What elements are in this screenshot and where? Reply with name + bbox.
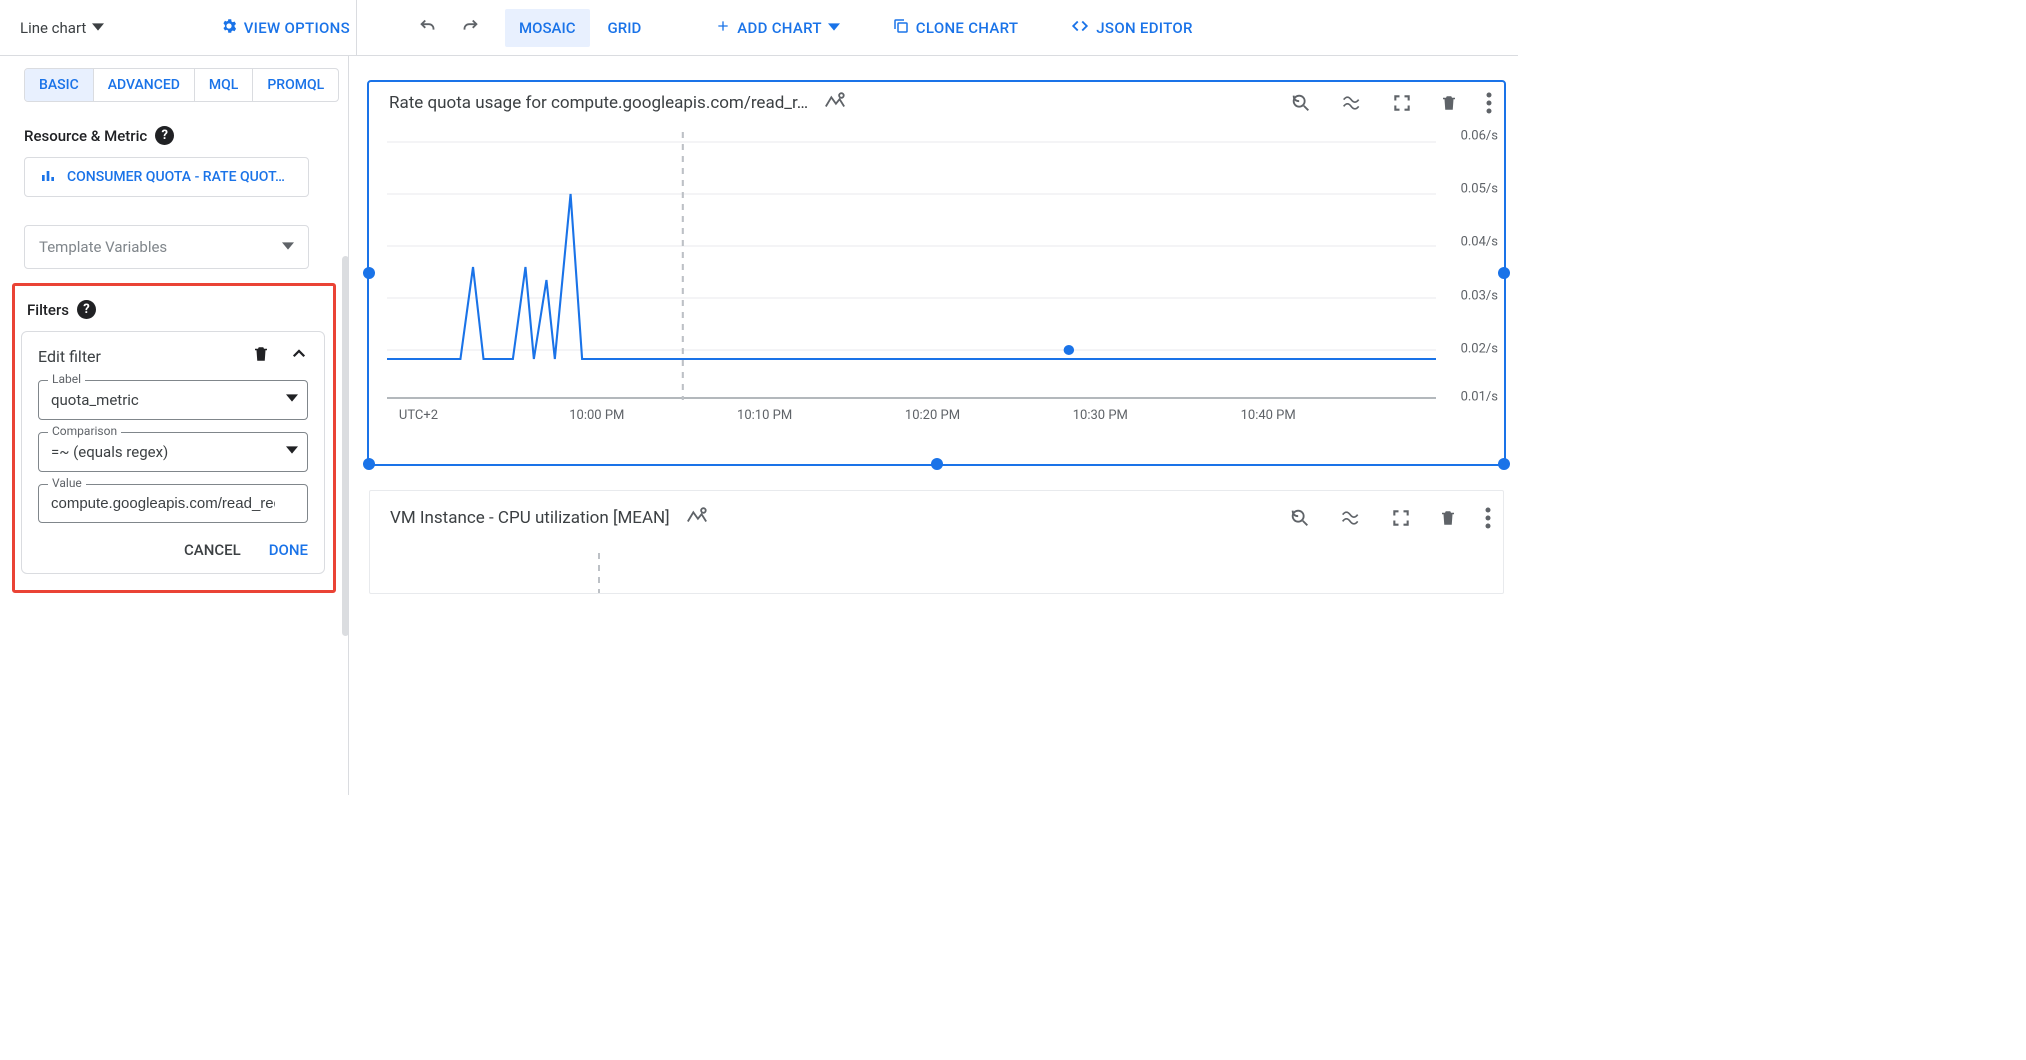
chart-panel-selected[interactable]: Rate quota usage for compute.googleapis.… [369, 82, 1504, 464]
legend-icon[interactable] [1339, 508, 1363, 528]
line-style-icon[interactable] [686, 505, 708, 531]
metric-selector-label: CONSUMER QUOTA - RATE QUOT… [67, 169, 285, 185]
add-chart-label: ADD CHART [737, 19, 822, 37]
view-options-button[interactable]: VIEW OPTIONS [220, 17, 350, 39]
caret-down-icon [282, 238, 294, 256]
view-options-label: VIEW OPTIONS [244, 19, 350, 37]
resize-handle-br[interactable] [1498, 458, 1510, 470]
more-menu-icon[interactable] [1486, 92, 1492, 114]
zoom-reset-icon[interactable] [1290, 92, 1312, 114]
filter-cancel-button[interactable]: CANCEL [184, 541, 241, 559]
help-icon[interactable]: ? [77, 300, 96, 319]
bar-chart-icon [39, 167, 57, 187]
clone-chart-button[interactable]: CLONE CHART [880, 9, 1031, 47]
filter-comparison-legend: Comparison [48, 424, 121, 438]
filter-card-title: Edit filter [38, 347, 101, 366]
config-sidebar: BASIC ADVANCED MQL PROMQL Resource & Met… [0, 56, 349, 795]
clone-icon [892, 17, 910, 39]
resize-handle-left[interactable] [363, 267, 375, 279]
caret-down-icon [828, 19, 840, 37]
filter-label-select[interactable]: quota_metric [38, 380, 308, 420]
undo-button[interactable] [409, 7, 447, 49]
filters-heading: Filters ? [27, 300, 325, 319]
filter-comparison-select[interactable]: =~ (equals regex) [38, 432, 308, 472]
x-axis: UTC+2 10:00 PM 10:10 PM 10:20 PM 10:30 P… [387, 408, 1436, 428]
tab-advanced[interactable]: ADVANCED [94, 69, 195, 101]
json-editor-button[interactable]: JSON EDITOR [1058, 9, 1204, 47]
caret-down-icon [286, 392, 298, 408]
tab-basic[interactable]: BASIC [25, 69, 94, 101]
legend-icon[interactable] [1340, 93, 1364, 113]
chart-plot-area[interactable] [388, 553, 1435, 593]
plus-icon [715, 18, 731, 38]
resize-handle-bottom[interactable] [931, 458, 943, 470]
fullscreen-icon[interactable] [1392, 93, 1412, 113]
query-mode-tabs: BASIC ADVANCED MQL PROMQL [24, 68, 339, 102]
json-editor-label: JSON EDITOR [1096, 19, 1192, 37]
dashboard-canvas: Rate quota usage for compute.googleapis.… [349, 56, 1518, 795]
resize-handle-right[interactable] [1498, 267, 1510, 279]
scrollbar[interactable] [342, 256, 349, 636]
delete-chart-icon[interactable] [1440, 93, 1458, 113]
chart-panel-cpu[interactable]: VM Instance - CPU utilization [MEAN] [369, 490, 1504, 594]
help-icon[interactable]: ? [155, 126, 174, 145]
delete-chart-icon[interactable] [1439, 508, 1457, 528]
chart-plot-area[interactable]: 0.06/s 0.05/s 0.04/s 0.03/s 0.02/s 0.01/… [387, 132, 1436, 400]
line-style-icon[interactable] [824, 90, 846, 116]
filter-card: Edit filter Label q [21, 331, 325, 574]
more-menu-icon[interactable] [1485, 507, 1491, 529]
y-axis: 0.06/s 0.05/s 0.04/s 0.03/s 0.02/s 0.01/… [1442, 126, 1498, 400]
resize-handle-bl[interactable] [363, 458, 375, 470]
template-variables-placeholder: Template Variables [39, 238, 167, 256]
filters-highlight-region: Filters ? Edit filter [12, 283, 336, 593]
template-variables-dropdown[interactable]: Template Variables [24, 225, 309, 269]
code-icon [1070, 17, 1090, 39]
redo-button[interactable] [451, 7, 489, 49]
gear-icon [220, 17, 238, 39]
layout-tab-grid[interactable]: GRID [594, 9, 656, 47]
chart-title: VM Instance - CPU utilization [MEAN] [390, 508, 670, 528]
chart-title: Rate quota usage for compute.googleapis.… [389, 93, 808, 113]
collapse-filter-button[interactable] [290, 345, 308, 367]
chart-type-label: Line chart [20, 19, 86, 37]
time-cursor [598, 553, 600, 593]
zoom-reset-icon[interactable] [1289, 507, 1311, 529]
filter-value-legend: Value [48, 476, 86, 490]
layout-tab-mosaic[interactable]: MOSAIC [505, 9, 590, 47]
tab-mql[interactable]: MQL [195, 69, 253, 101]
delete-filter-button[interactable] [252, 344, 270, 368]
filter-done-button[interactable]: DONE [269, 541, 308, 559]
caret-down-icon [92, 19, 104, 37]
fullscreen-icon[interactable] [1391, 508, 1411, 528]
top-toolbar: Line chart VIEW OPTIONS [0, 0, 1518, 56]
filter-label-legend: Label [48, 372, 85, 386]
clone-chart-label: CLONE CHART [916, 19, 1019, 37]
metric-selector[interactable]: CONSUMER QUOTA - RATE QUOT… [24, 157, 309, 197]
chart-type-dropdown[interactable]: Line chart [20, 19, 104, 37]
resource-metric-heading: Resource & Metric ? [24, 126, 330, 145]
add-chart-button[interactable]: ADD CHART [703, 10, 852, 46]
tab-promql[interactable]: PROMQL [253, 69, 338, 101]
caret-down-icon [286, 444, 298, 460]
